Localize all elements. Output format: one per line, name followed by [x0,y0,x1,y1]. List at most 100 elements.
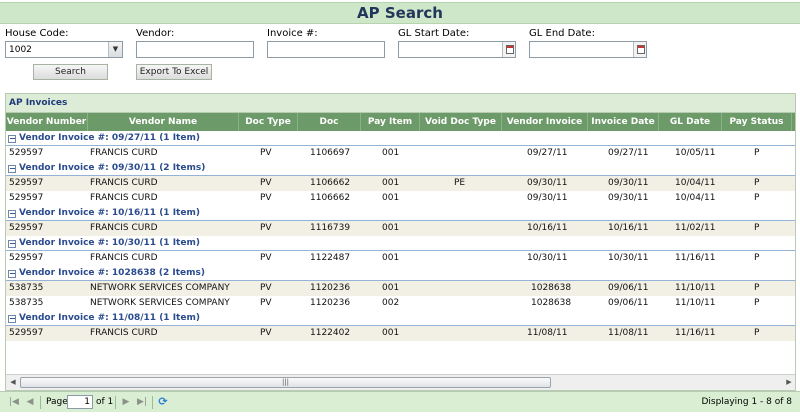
cell: 09/06/11 [608,283,649,293]
cell: P [754,283,760,293]
horizontal-scrollbar[interactable]: ◀ ||| ▶ [6,374,795,390]
gl-start-date-field[interactable] [398,41,516,58]
cell: P [754,253,760,263]
cell: 09/06/11 [608,298,649,308]
table-row[interactable]: 529597 FRANCIS CURD PV 1122402 001 11/08… [6,326,795,341]
group-header[interactable]: − Vendor Invoice #: 10/16/11 (1 Item) [6,206,795,221]
column-header[interactable]: GL Date [659,113,722,131]
collapse-group-icon[interactable]: − [8,240,16,248]
table-row[interactable]: 538735 NETWORK SERVICES COMPANY PV 11202… [6,281,795,296]
cell: PV [260,328,272,338]
cell: 1120236 [310,283,351,293]
grid-caption: AP Invoices [6,94,795,113]
toolbar-separator [152,396,153,409]
cell: 11/08/11 [608,328,649,338]
column-header[interactable]: Doc Type [239,113,298,131]
column-header[interactable]: Invoice Date [588,113,659,131]
collapse-group-icon[interactable]: − [8,270,16,278]
cell: 1116739 [310,223,351,233]
gl-end-date-field[interactable] [529,41,647,58]
collapse-group-icon[interactable]: − [8,135,16,143]
group-label: Vendor Invoice #: 09/27/11 (1 Item) [19,133,200,143]
group-header[interactable]: − Vendor Invoice #: 1028638 (2 Items) [6,266,795,281]
group-header[interactable]: − Vendor Invoice #: 11/08/11 (1 Item) [6,311,795,326]
page-title: AP Search [0,2,800,24]
vendor-input[interactable] [136,41,254,58]
cell: FRANCIS CURD [90,328,158,338]
cell: 001 [382,328,400,338]
page-count-label: of 1 [96,397,114,407]
table-row[interactable]: 529597 FRANCIS CURD PV 1106697 001 09/27… [6,146,795,161]
search-button[interactable]: Search [33,64,108,80]
house-code-select[interactable]: 1002 ▼ [5,41,123,58]
scroll-right-icon[interactable]: ▶ [782,375,795,390]
first-page-icon[interactable]: |◀ [8,396,20,408]
group-header[interactable]: − Vendor Invoice #: 10/30/11 (1 Item) [6,236,795,251]
next-page-icon[interactable]: ▶ [120,396,132,408]
column-header[interactable]: Vendor Number [6,113,88,131]
group-label: Vendor Invoice #: 10/30/11 (1 Item) [19,238,200,248]
cell: P [754,178,760,188]
last-page-icon[interactable]: ▶| [136,396,148,408]
cell: 1028638 [531,283,572,293]
cell: 1122402 [310,328,351,338]
toolbar-separator [115,396,116,409]
cell: 09/30/11 [527,178,568,188]
collapse-group-icon[interactable]: − [8,165,16,173]
cell: NETWORK SERVICES COMPANY [90,298,230,308]
table-row[interactable]: 529597 FRANCIS CURD PV 1116739 001 10/16… [6,221,795,236]
vendor-label: Vendor: [136,28,175,39]
pagination-toolbar: |◀ ◀ Page of 1 ▶ ▶| ⟳ Displaying 1 - 8 o… [0,391,800,412]
table-row[interactable]: 529597 FRANCIS CURD PV 1106662 001 09/30… [6,191,795,206]
cell: FRANCIS CURD [90,253,158,263]
table-row[interactable]: 529597 FRANCIS CURD PV 1106662 001 PE 09… [6,176,795,191]
invoice-input[interactable] [267,41,385,58]
collapse-group-icon[interactable]: − [8,315,16,323]
cell: 002 [382,298,400,308]
calendar-icon[interactable] [502,42,515,57]
cell: PV [260,253,272,263]
invoice-label: Invoice #: [267,28,318,39]
calendar-icon[interactable] [633,42,646,57]
grid-header: Vendor Number Vendor Name Doc Type Doc N… [6,113,795,145]
chevron-down-icon[interactable]: ▼ [108,42,122,57]
column-header[interactable]: Doc Number [298,113,361,145]
cell: 11/10/11 [675,283,716,293]
export-to-excel-button[interactable]: Export To Excel [136,64,212,80]
grid-body: − Vendor Invoice #: 09/27/11 (1 Item) 529… [6,131,795,374]
table-row[interactable]: 538735 NETWORK SERVICES COMPANY PV 11202… [6,296,795,311]
cell: 529597 [9,328,44,338]
collapse-group-icon[interactable]: − [8,210,16,218]
cell: FRANCIS CURD [90,193,158,203]
page-number-input[interactable] [67,395,93,409]
cell: 1106662 [310,178,351,188]
cell: 001 [382,148,400,158]
cell: 1028638 [531,298,572,308]
column-header[interactable]: Vendor Invoice # [502,113,588,145]
table-row[interactable]: 529597 FRANCIS CURD PV 1122487 001 10/30… [6,251,795,266]
column-header[interactable]: Vendor Name [88,113,239,131]
cell: 001 [382,178,400,188]
cell: PV [260,178,272,188]
cell: 529597 [9,178,44,188]
column-header[interactable]: Void Doc Type [420,113,502,131]
group-header[interactable]: − Vendor Invoice #: 09/30/11 (2 Items) [6,161,795,176]
gl-start-date-label: GL Start Date: [398,28,470,39]
cell: P [754,148,760,158]
cell: PE [454,178,466,188]
refresh-icon[interactable]: ⟳ [157,396,169,408]
cell: 09/30/11 [608,193,649,203]
cell: 10/05/11 [675,148,716,158]
cell: 529597 [9,253,44,263]
cell: FRANCIS CURD [90,178,158,188]
column-header[interactable]: Pay Status [722,113,792,131]
scroll-left-icon[interactable]: ◀ [6,375,20,390]
cell: FRANCIS CURD [90,148,158,158]
cell: 1122487 [310,253,351,263]
group-header[interactable]: − Vendor Invoice #: 09/27/11 (1 Item) [6,131,795,146]
scrollbar-thumb[interactable]: ||| [20,377,551,388]
cell: 09/30/11 [527,193,568,203]
prev-page-icon[interactable]: ◀ [24,396,36,408]
column-header[interactable]: Pay Item [361,113,420,131]
house-code-value: 1002 [9,45,32,55]
